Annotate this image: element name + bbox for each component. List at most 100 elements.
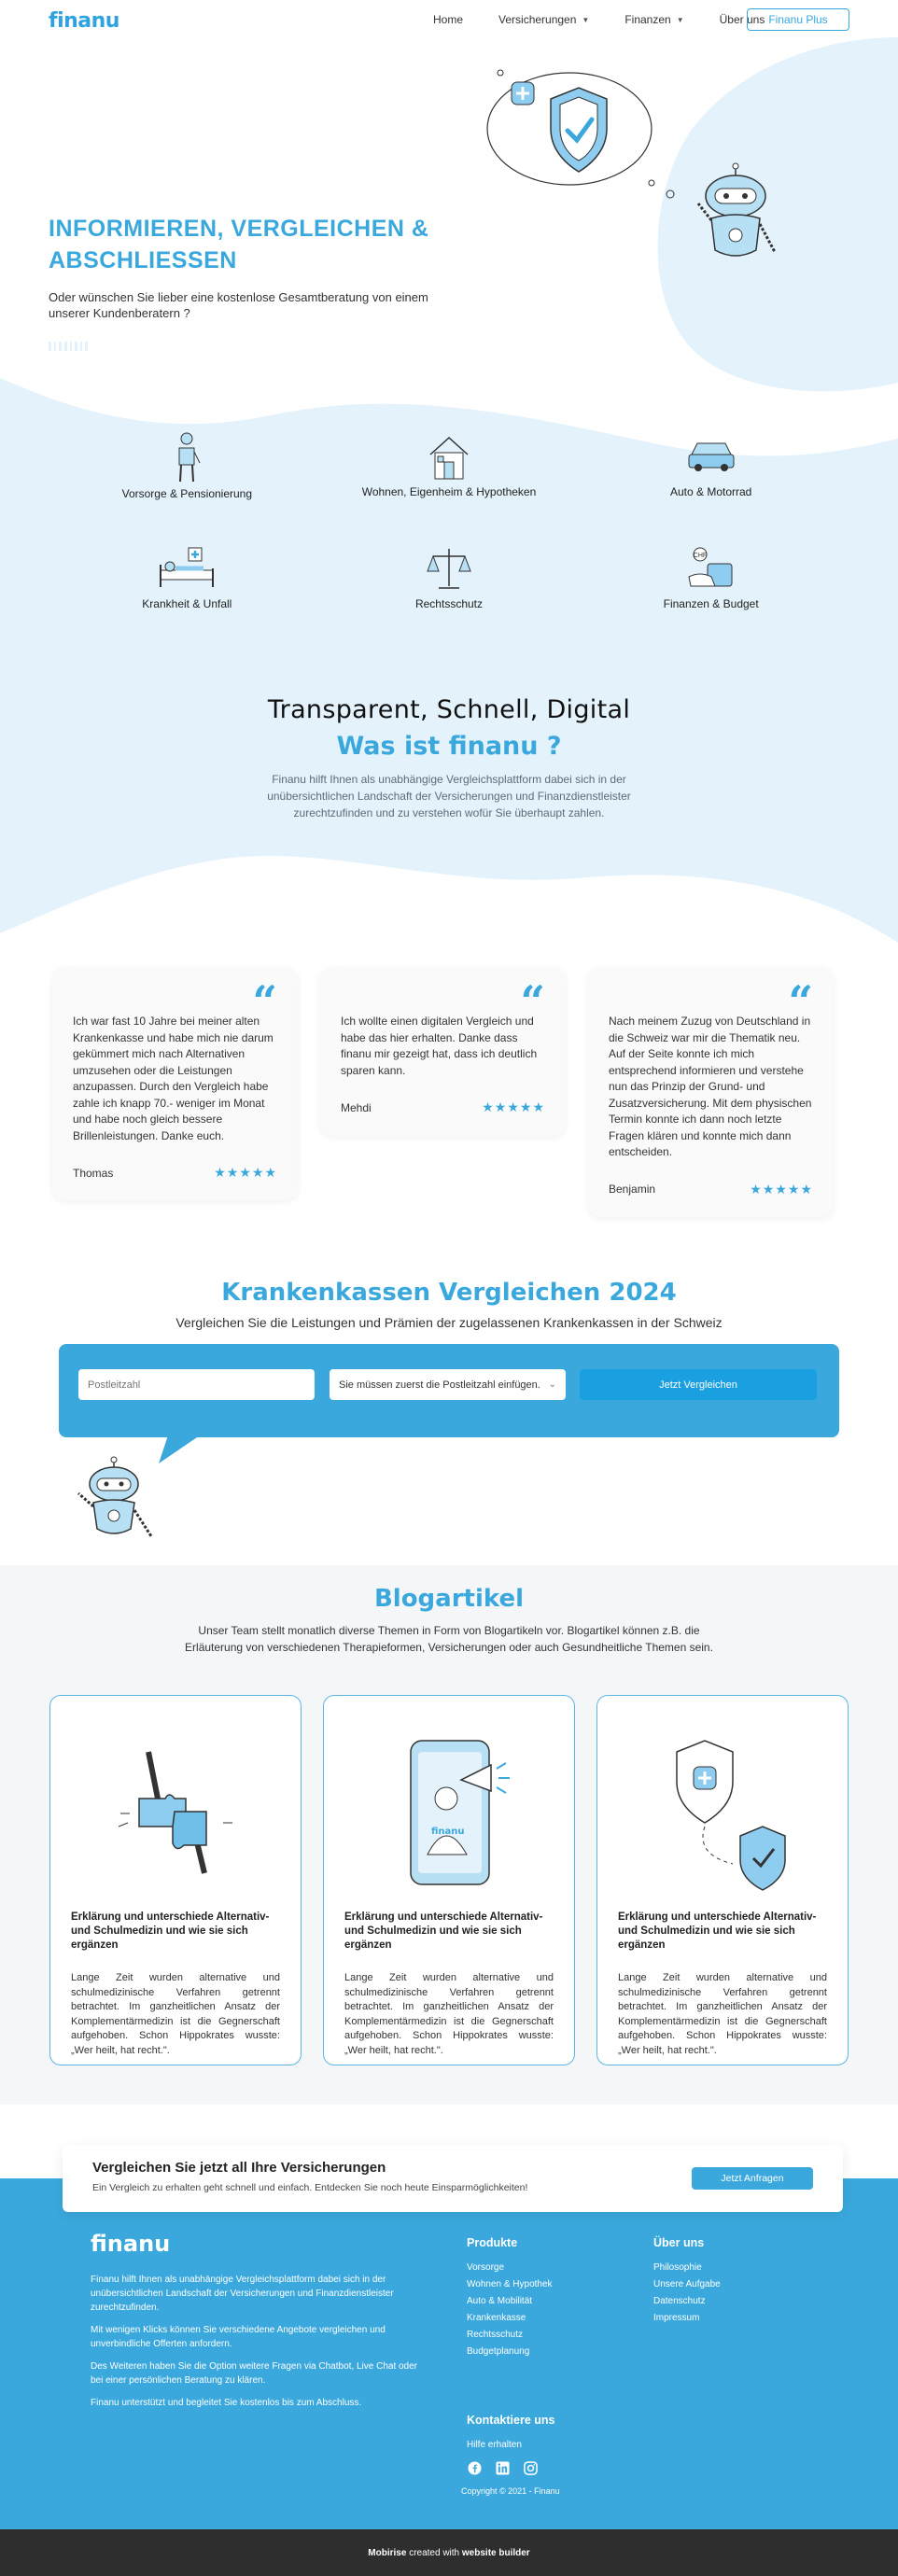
shields-illustration bbox=[676, 1740, 786, 1891]
category-wohnen[interactable]: Wohnen, Eigenheim & Hypotheken bbox=[318, 431, 581, 498]
nav-finanzen-label: Finanzen bbox=[624, 13, 671, 26]
testimonial-text: Ich wollte einen digitalen Vergleich und… bbox=[341, 1015, 538, 1077]
cta-title: Vergleichen Sie jetzt all Ihre Versicher… bbox=[92, 2160, 386, 2176]
category-label: Wohnen, Eigenheim & Hypotheken bbox=[361, 485, 537, 498]
testimonial-footer: Benjamin ★★★★★ bbox=[609, 1182, 813, 1197]
hero-subtitle: Oder wünschen Sie lieber eine kostenlose… bbox=[49, 290, 428, 320]
footer-link[interactable]: Philosophie bbox=[653, 2262, 721, 2273]
footer-link[interactable]: Datenschutz bbox=[653, 2296, 721, 2306]
testimonial-name: Benjamin bbox=[609, 1183, 656, 1196]
footer-link[interactable]: Unsere Aufgabe bbox=[653, 2279, 721, 2289]
logo[interactable]: finanu bbox=[49, 9, 119, 33]
svg-text:CHF: CHF bbox=[693, 553, 706, 559]
phone-label: finanu bbox=[431, 1827, 465, 1837]
kk-title: Krankenkassen Vergleichen 2024 bbox=[221, 1279, 677, 1307]
testimonial-card: “ Ich wollte einen digitalen Vergleich u… bbox=[320, 967, 566, 1136]
money-hand-icon: CHF bbox=[681, 543, 741, 594]
compare-button[interactable]: Jetzt Vergleichen bbox=[580, 1369, 817, 1400]
builder-name-a[interactable]: Mobirise bbox=[368, 2548, 406, 2558]
footer-produkte: Produkte Vorsorge Wohnen & Hypothek Auto… bbox=[467, 2236, 553, 2363]
footer-about: Über uns Philosophie Unsere Aufgabe Date… bbox=[653, 2236, 721, 2330]
nav-finanzen[interactable]: Finanzen ▼ bbox=[624, 13, 683, 26]
category-krankheit[interactable]: Krankheit & Unfall bbox=[56, 543, 318, 610]
footer-link[interactable]: Budgetplanung bbox=[467, 2346, 553, 2357]
nav-versicherungen[interactable]: Versicherungen ▼ bbox=[498, 13, 589, 26]
blog-card-text: Lange Zeit wurden alternative und schulm… bbox=[71, 1972, 280, 2056]
blog-card[interactable]: finanu Erklärung und unterschiede Altern… bbox=[323, 1695, 575, 2065]
speech-bubble-tail bbox=[159, 1435, 200, 1463]
finanu-plus-button[interactable]: Finanu Plus bbox=[747, 8, 849, 31]
hero-decoration bbox=[49, 342, 88, 351]
category-auto[interactable]: Auto & Motorrad bbox=[580, 431, 842, 498]
footer-link[interactable]: Krankenkasse bbox=[467, 2313, 553, 2323]
main-nav: Home Versicherungen ▼ Finanzen ▼ Über uns bbox=[433, 13, 765, 26]
testimonial-text: Ich war fast 10 Jahre bei meiner alten K… bbox=[73, 1015, 274, 1142]
chevron-down-icon: ▼ bbox=[582, 15, 590, 24]
star-rating-icon: ★★★★★ bbox=[214, 1165, 277, 1180]
footer-about-title: Über uns bbox=[653, 2236, 705, 2249]
blog-card[interactable]: Erklärung und unterschiede Alternativ- u… bbox=[596, 1695, 849, 2065]
footer-contact-title: Kontaktiere uns bbox=[467, 2414, 555, 2427]
category-finanzen[interactable]: CHF Finanzen & Budget bbox=[580, 543, 842, 610]
cta-banner: Vergleichen Sie jetzt all Ihre Versicher… bbox=[63, 2145, 843, 2212]
testimonial-name: Thomas bbox=[73, 1166, 114, 1180]
nav-home[interactable]: Home bbox=[433, 13, 463, 26]
insurer-select[interactable]: Sie müssen zuerst die Postleitzahl einfü… bbox=[330, 1369, 566, 1400]
footer-desc-p: Finanu hilft Ihnen als unabhängige Vergl… bbox=[91, 2275, 394, 2313]
kk-form: Sie müssen zuerst die Postleitzahl einfü… bbox=[59, 1344, 839, 1437]
footer-logo[interactable]: finanu bbox=[91, 2231, 170, 2257]
facebook-icon[interactable] bbox=[467, 2460, 482, 2475]
footer-link[interactable]: Auto & Mobilität bbox=[467, 2296, 553, 2306]
footer-link[interactable]: Wohnen & Hypothek bbox=[467, 2279, 553, 2289]
blog-card-title: Erklärung und unterschiede Alternativ- u… bbox=[618, 1911, 817, 1951]
star-rating-icon: ★★★★★ bbox=[750, 1181, 813, 1197]
footer-desc-p: Des Weiteren haben Sie die Option weiter… bbox=[91, 2361, 418, 2386]
request-button[interactable]: Jetzt Anfragen bbox=[692, 2167, 813, 2190]
testimonial-card: “ Nach meinem Zuzug von Deutschland in d… bbox=[588, 967, 834, 1217]
pension-person-icon bbox=[157, 431, 217, 483]
header: finanu Home Versicherungen ▼ Finanzen ▼ Üb… bbox=[0, 0, 898, 41]
builder-name-b[interactable]: website builder bbox=[462, 2548, 530, 2558]
instagram-icon[interactable] bbox=[523, 2460, 538, 2475]
footer-link[interactable]: Vorsorge bbox=[467, 2262, 553, 2273]
blog-card-title: Erklärung und unterschiede Alternativ- u… bbox=[344, 1911, 543, 1951]
category-label: Finanzen & Budget bbox=[663, 597, 759, 610]
category-label: Vorsorge & Pensionierung bbox=[121, 487, 253, 500]
copyright: Copyright © 2021 - Finanu bbox=[461, 2486, 560, 2496]
builder-credit-bar: Mobirise created with website builder bbox=[0, 2529, 898, 2576]
testimonial-footer: Mehdi ★★★★★ bbox=[341, 1099, 545, 1115]
blog-title: Blogartikel bbox=[373, 1585, 525, 1613]
category-label: Krankheit & Unfall bbox=[142, 597, 232, 610]
testimonial-name: Mehdi bbox=[341, 1100, 372, 1114]
car-icon bbox=[681, 431, 741, 482]
blog-text: Unser Team stellt monatlich diverse Them… bbox=[185, 1624, 713, 1654]
social-links bbox=[467, 2460, 538, 2475]
robot-illustration bbox=[77, 1456, 153, 1537]
page: finanu Home Versicherungen ▼ Finanzen ▼ Üb… bbox=[0, 0, 898, 2576]
category-vorsorge[interactable]: Vorsorge & Pensionierung bbox=[56, 431, 318, 500]
testimonial-footer: Thomas ★★★★★ bbox=[73, 1165, 277, 1181]
house-icon bbox=[419, 431, 479, 482]
blog-card-text: Lange Zeit wurden alternative und schulm… bbox=[344, 1972, 554, 2056]
insurer-select-value: Sie müssen zuerst die Postleitzahl einfü… bbox=[339, 1379, 540, 1391]
footer-link[interactable]: Hilfe erhalten bbox=[467, 2440, 554, 2450]
category-label: Rechtsschutz bbox=[414, 597, 483, 610]
linkedin-icon[interactable] bbox=[495, 2460, 510, 2475]
category-rechtsschutz[interactable]: Rechtsschutz bbox=[318, 543, 581, 610]
zip-input[interactable] bbox=[78, 1369, 315, 1400]
category-grid: Vorsorge & Pensionierung Wohnen, Eigenhe… bbox=[56, 431, 842, 610]
builder-text: created with bbox=[409, 2547, 460, 2558]
footer-desc-p: Finanu unterstützt und begleitet Sie kos… bbox=[91, 2398, 362, 2408]
chevron-down-icon: ⌄ bbox=[548, 1379, 556, 1390]
footer-link[interactable]: Impressum bbox=[653, 2313, 721, 2323]
hero-title: INFORMIEREN, VERGLEICHEN & ABSCHLIESSEN bbox=[49, 216, 429, 273]
puzzle-hands-illustration bbox=[118, 1751, 232, 1874]
nav-versicherungen-label: Versicherungen bbox=[498, 13, 577, 26]
blog-card[interactable]: Erklärung und unterschiede Alternativ- u… bbox=[49, 1695, 302, 2065]
hospital-bed-icon bbox=[157, 543, 217, 594]
about-subtitle: Was ist finanu ? bbox=[336, 732, 562, 761]
quote-icon: “ bbox=[252, 976, 277, 1027]
phone-megaphone-illustration: finanu bbox=[410, 1740, 510, 1885]
footer-link[interactable]: Rechtsschutz bbox=[467, 2330, 553, 2340]
testimonial-text: Nach meinem Zuzug von Deutschland in die… bbox=[609, 1015, 812, 1158]
